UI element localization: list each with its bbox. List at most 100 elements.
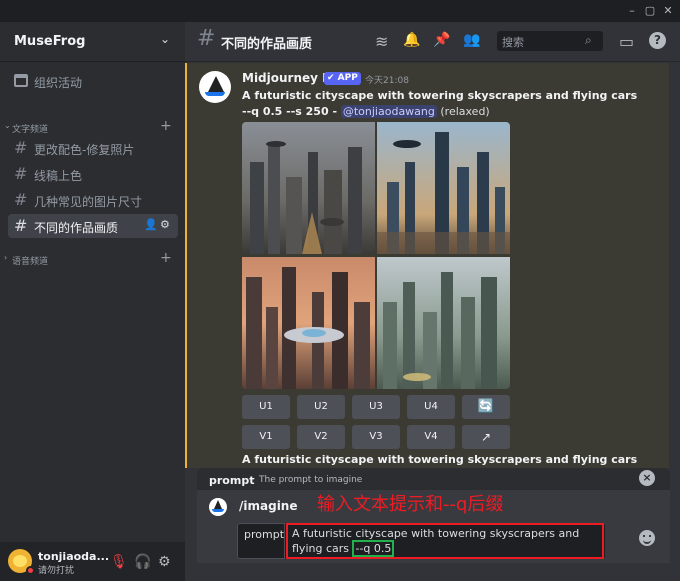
bot-message: Midjourney Bot ✔ APP 今天21:08 A futuristi… [185, 63, 669, 468]
dnd-status-icon [26, 566, 35, 575]
user-panel: tonjiaoda... 请勿打扰 🎙 🎧 ⚙ [0, 542, 185, 581]
user-status: 请勿打扰 [38, 566, 75, 576]
open-external-icon[interactable]: ↗ [462, 425, 510, 449]
window-titlebar: – ▢ ✕ [0, 0, 680, 22]
channel-label: 更改配色-修复照片 [34, 143, 135, 157]
user-name: tonjiaoda... [38, 550, 110, 563]
hash-icon: # [14, 138, 28, 157]
caret-down-icon: ⌄ [4, 121, 11, 130]
help-icon[interactable]: ? [649, 32, 666, 49]
channel-header: # 不同的作品画质 ≋ 🔔 📌 👥 搜索 ⌕ ▭ ? [185, 22, 680, 62]
image-grid[interactable] [242, 122, 510, 389]
channel-item-1[interactable]: # 线稿上色 [8, 162, 178, 186]
channel-label: 不同的作品画质 [34, 221, 119, 235]
channel-label: 线稿上色 [34, 169, 83, 183]
prompt-option-field[interactable]: prompt A futuristic cityscape with tower… [237, 523, 605, 559]
events-item[interactable]: 组织活动 [8, 70, 178, 94]
chevron-down-icon[interactable]: ⌄ [160, 32, 170, 46]
generated-image-1[interactable] [242, 122, 375, 254]
caret-right-icon: › [4, 253, 8, 262]
close-popup-icon[interactable]: × [639, 470, 655, 486]
cityscape-image [242, 257, 375, 389]
variation-buttons: V1 V2 V3 V4 ↗ [242, 425, 512, 451]
prompt-value: A futuristic cityscape with towering sky… [292, 527, 580, 555]
sailboat-hull [212, 509, 224, 512]
invite-icon[interactable]: 👤 [144, 218, 158, 231]
microphone-muted-icon[interactable]: 🎙 [110, 554, 128, 570]
cityscape-image [242, 122, 375, 254]
generated-image-2[interactable] [377, 122, 510, 254]
minimize-icon[interactable]: – [624, 3, 640, 19]
u1-button[interactable]: U1 [242, 395, 290, 419]
emoji-icon[interactable] [639, 530, 655, 546]
v3-button[interactable]: V3 [352, 425, 400, 449]
pin-icon[interactable]: 📌 [433, 32, 450, 48]
generated-image-4[interactable] [377, 257, 510, 389]
v1-button[interactable]: V1 [242, 425, 290, 449]
sailboat-icon [208, 76, 224, 92]
prompt-input[interactable]: A futuristic cityscape with towering sky… [292, 526, 592, 557]
members-icon[interactable]: 👥 [463, 32, 480, 48]
mode-label: (relaxed) [436, 105, 490, 118]
channel-sidebar: MuseFrog ⌄ 组织活动 ⌄ 文字频道 + # 更改配色-修复照片 # 线… [0, 22, 185, 581]
gear-icon[interactable]: ⚙ [160, 218, 170, 231]
hash-icon: # [14, 216, 28, 235]
server-header[interactable]: MuseFrog ⌄ [0, 22, 185, 62]
category-voice-channels[interactable]: › 语音频道 + [4, 250, 180, 268]
u4-button[interactable]: U4 [407, 395, 455, 419]
channel-item-0[interactable]: # 更改配色-修复照片 [8, 136, 178, 160]
annotation-text: 输入文本提示和--q后缀 [317, 494, 504, 515]
v4-button[interactable]: V4 [407, 425, 455, 449]
option-name[interactable]: prompt [209, 474, 254, 487]
category-label: 文字频道 [12, 125, 49, 135]
u3-button[interactable]: U3 [352, 395, 400, 419]
v2-button[interactable]: V2 [297, 425, 345, 449]
chat-area: # 不同的作品画质 ≋ 🔔 📌 👥 搜索 ⌕ ▭ ? Midjourney Bo… [185, 22, 680, 581]
add-channel-icon[interactable]: + [160, 118, 172, 134]
midjourney-command-icon [209, 498, 227, 516]
message-prompt: A futuristic cityscape with towering sky… [242, 88, 642, 120]
message-feed[interactable]: Midjourney Bot ✔ APP 今天21:08 A futuristi… [185, 63, 680, 468]
server-name: MuseFrog [14, 34, 86, 49]
generated-image-3[interactable] [242, 257, 375, 389]
threads-icon[interactable]: ≋ [375, 32, 388, 51]
category-text-channels[interactable]: ⌄ 文字频道 + [4, 118, 180, 136]
cityscape-image [377, 122, 510, 254]
channel-item-2[interactable]: # 几种常见的图片尺寸 [8, 188, 178, 212]
sailboat-icon [214, 500, 222, 509]
close-icon[interactable]: ✕ [660, 3, 676, 19]
cityscape-image [377, 257, 510, 389]
upscale-buttons: U1 U2 U3 U4 🔄 [242, 395, 512, 421]
inbox-icon[interactable]: ▭ [619, 32, 634, 51]
avatar-face [13, 555, 27, 567]
bot-avatar[interactable] [199, 71, 231, 103]
channel-title: 不同的作品画质 [221, 37, 313, 52]
option-label-box: prompt [237, 523, 285, 559]
add-channel-icon[interactable]: + [160, 250, 172, 266]
channel-label: 几种常见的图片尺寸 [34, 195, 143, 209]
option-label: prompt [244, 528, 285, 541]
user-mention[interactable]: @tonjiaodawang [340, 105, 437, 118]
calendar-icon [14, 74, 28, 87]
reroll-icon[interactable]: 🔄 [462, 395, 510, 419]
bell-icon[interactable]: 🔔 [403, 32, 420, 48]
maximize-icon[interactable]: ▢ [642, 3, 658, 19]
settings-gear-icon[interactable]: ⚙ [158, 554, 171, 570]
events-label: 组织活动 [34, 76, 83, 90]
message-timestamp: 今天21:08 [365, 76, 409, 86]
u2-button[interactable]: U2 [297, 395, 345, 419]
option-description: The prompt to imagine [259, 475, 363, 485]
slash-command[interactable]: /imagine [239, 499, 297, 513]
headset-icon[interactable]: 🎧 [134, 554, 151, 570]
app-badge: ✔ APP [324, 72, 361, 85]
category-label: 语音频道 [12, 257, 49, 267]
search-icon: ⌕ [585, 33, 592, 47]
hash-icon: # [197, 26, 216, 51]
message-composer: /imagine 输入文本提示和--q后缀 prompt A futuristi… [197, 490, 670, 563]
search-placeholder: 搜索 [502, 36, 524, 49]
next-message-preview: A futuristic cityscape with towering sky… [242, 453, 638, 468]
channel-item-3[interactable]: # 不同的作品画质 👤 ⚙ [8, 214, 178, 238]
command-option-popup: prompt The prompt to imagine × [197, 468, 670, 490]
search-input[interactable]: 搜索 ⌕ [497, 31, 603, 51]
hash-icon: # [14, 190, 28, 209]
